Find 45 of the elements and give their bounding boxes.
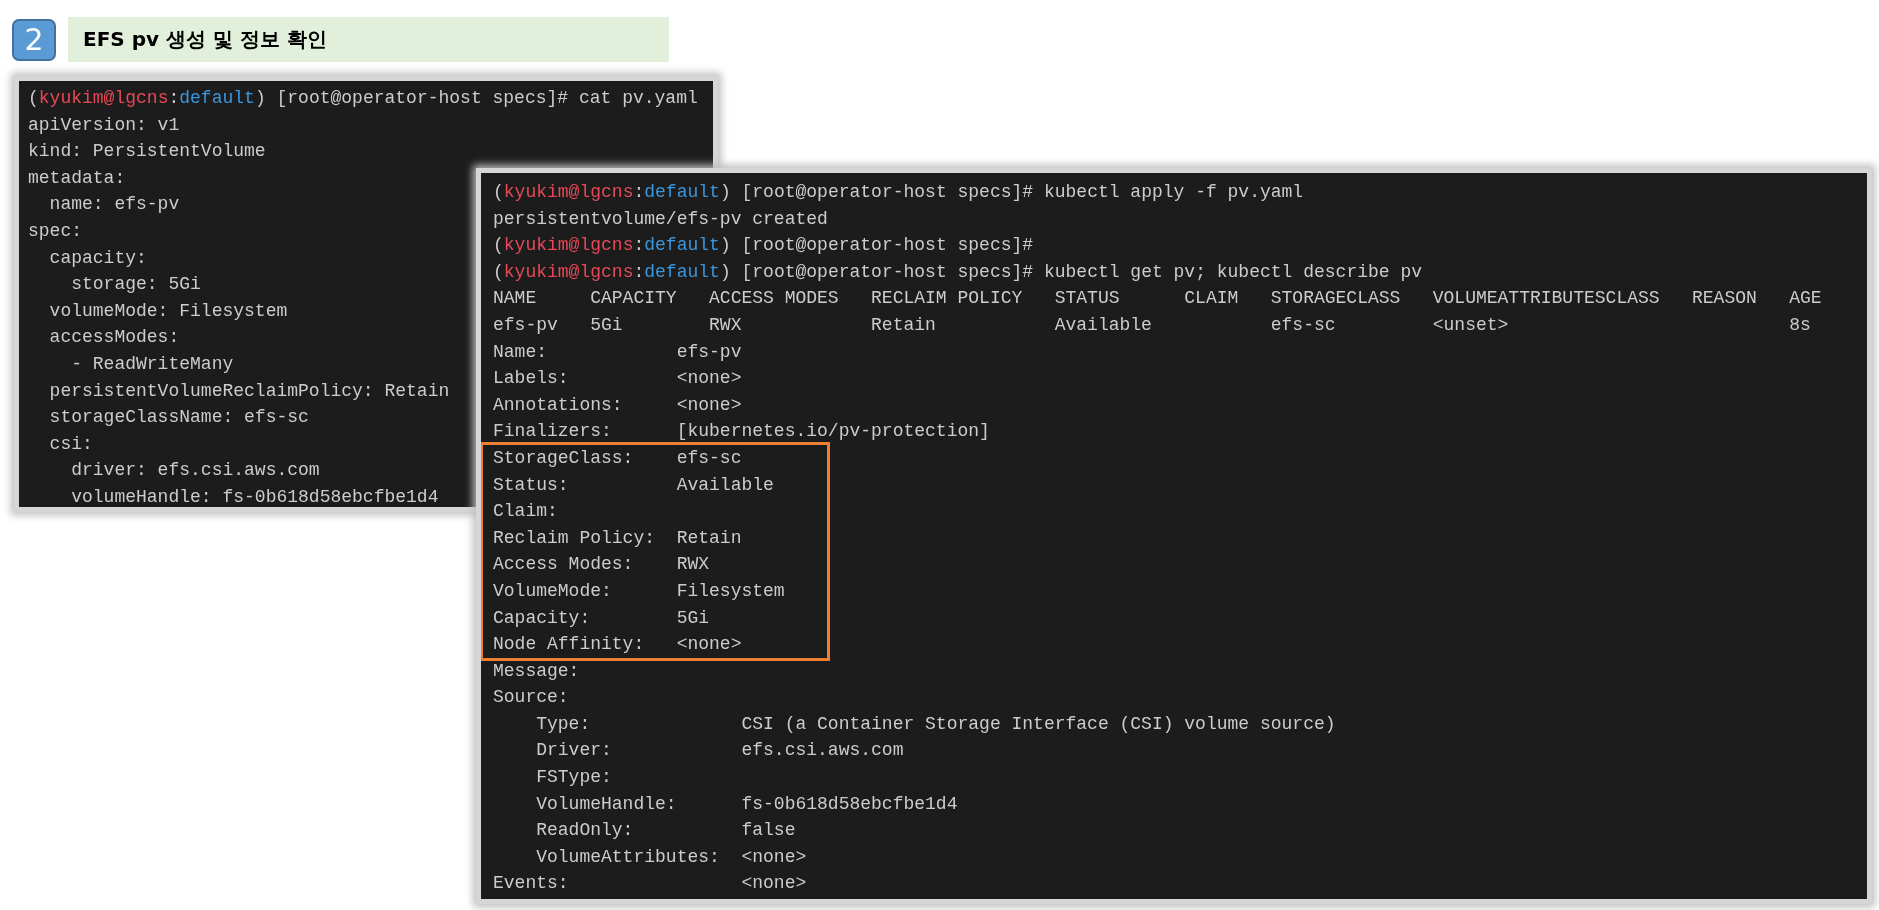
output-line: capacity: <box>48 246 147 270</box>
output-line: persistentVolumeReclaimPolicy: Retain <box>48 379 450 403</box>
output-line: VolumeMode: Filesystem <box>493 579 785 603</box>
output-line: Annotations: <none> <box>493 393 742 417</box>
output-line: ReadOnly: false <box>535 819 796 843</box>
output-line: FSType: <box>535 766 612 790</box>
output-line: Labels: <none> <box>493 367 742 391</box>
output-line: metadata: <box>28 166 126 190</box>
output-line: - ReadWriteMany <box>70 352 234 376</box>
prompt-line: (kyukim@lgcns:default) [root@operator-host specs]# <box>493 234 1034 258</box>
output-line: Message: <box>493 659 580 683</box>
output-line: accessModes: <box>48 326 180 350</box>
output-line: VolumeAttributes: <none> <box>535 845 807 869</box>
output-line: volumeMode: Filesystem <box>48 299 288 323</box>
output-line: Finalizers: [kubernetes.io/pv-protection] <box>493 420 990 444</box>
output-line: apiVersion: v1 <box>28 113 180 137</box>
output-line: driver: efs.csi.aws.com <box>70 459 320 483</box>
output-line: Node Affinity: <none> <box>493 633 742 657</box>
prompt-line: (kyukim@lgcns:default) [root@operator-host specs]# kubectl apply -f pv.yaml <box>493 181 1304 204</box>
output-line: Access Modes: RWX <box>493 553 710 577</box>
output-line: Type: CSI (a Container Storage Interface (CSI) volume source) <box>535 712 1336 736</box>
prompt-line: (kyukim@lgcns:default) [root@operator-host specs]# kubectl get pv; kubectl describe pv <box>493 260 1422 284</box>
output-line: Claim: <box>493 500 558 524</box>
output-line: Name: efs-pv <box>493 340 742 364</box>
prompt-line: (kyukim@lgcns:default) [root@operator-host specs]# cat pv.yaml <box>28 87 698 110</box>
output-line: storage: 5Gi <box>70 273 201 297</box>
output-line: storageClassName: efs-sc <box>48 406 309 430</box>
output-line: Status: Available <box>493 473 774 497</box>
output-line: volumeHandle: fs-0b618d58ebcfbe1d4 <box>70 485 439 507</box>
output-line: csi: <box>48 432 93 456</box>
output-line: VolumeHandle: fs-0b618d58ebcfbe1d4 <box>535 792 958 816</box>
output-line: NAME CAPACITY ACCESS MODES RECLAIM POLICY STATUS CLAIM STORAGECLASS VOLUMEATTRIBUTESCLASS REASON AGE <box>493 287 1822 311</box>
output-line: spec: <box>28 219 82 243</box>
output-line: Capacity: 5Gi <box>493 606 710 630</box>
output-line: kind: PersistentVolume <box>28 140 266 164</box>
step-number: 2 <box>12 18 56 61</box>
section-title: EFS pv 생성 및 정보 확인 <box>68 17 669 62</box>
output-line: Reclaim Policy: Retain <box>493 526 742 550</box>
output-line: persistentvolume/efs-pv created <box>493 207 828 231</box>
output-line: Driver: efs.csi.aws.com <box>535 739 904 763</box>
output-line: Source: <box>493 686 569 710</box>
output-line: name: efs-pv <box>48 193 180 217</box>
output-line: efs-pv 5Gi RWX Retain Available efs-sc <unset> 8s <box>493 313 1811 337</box>
output-line: StorageClass: efs-sc <box>493 446 742 470</box>
output-line: Events: <none> <box>493 872 807 896</box>
